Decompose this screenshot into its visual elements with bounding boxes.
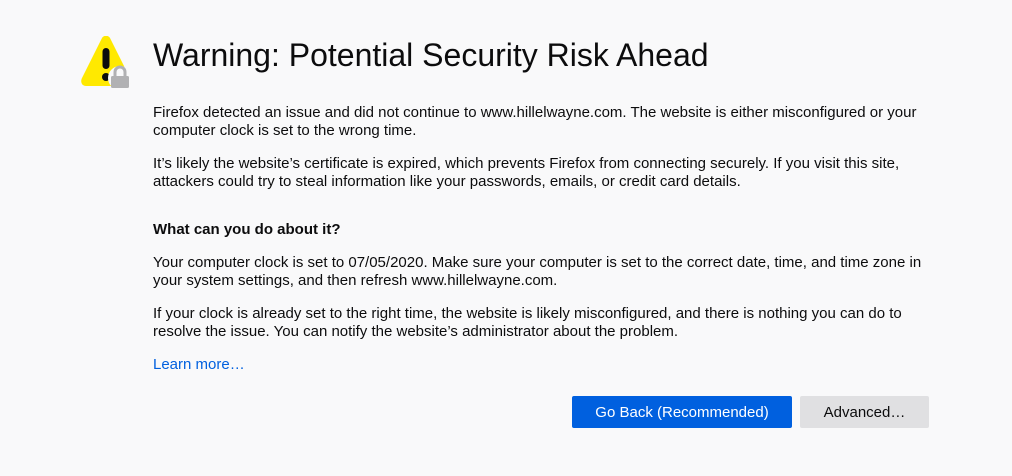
go-back-button[interactable]: Go Back (Recommended) [572,396,792,428]
intro-text: Firefox detected an issue and did not co… [153,104,917,139]
learn-more-link[interactable]: Learn more… [153,356,245,374]
what-can-you-do-heading: What can you do about it? [153,221,341,238]
page-title: Warning: Potential Security Risk Ahead [153,37,709,73]
warning-lock-icon [81,36,132,90]
advanced-button[interactable]: Advanced… [800,396,929,428]
misconfig-advice-text: If your clock is already set to the righ… [153,305,902,340]
clock-advice-text: Your computer clock is set to 07/05/2020… [153,254,922,289]
explanation-text: It’s likely the website’s certificate is… [153,155,900,190]
